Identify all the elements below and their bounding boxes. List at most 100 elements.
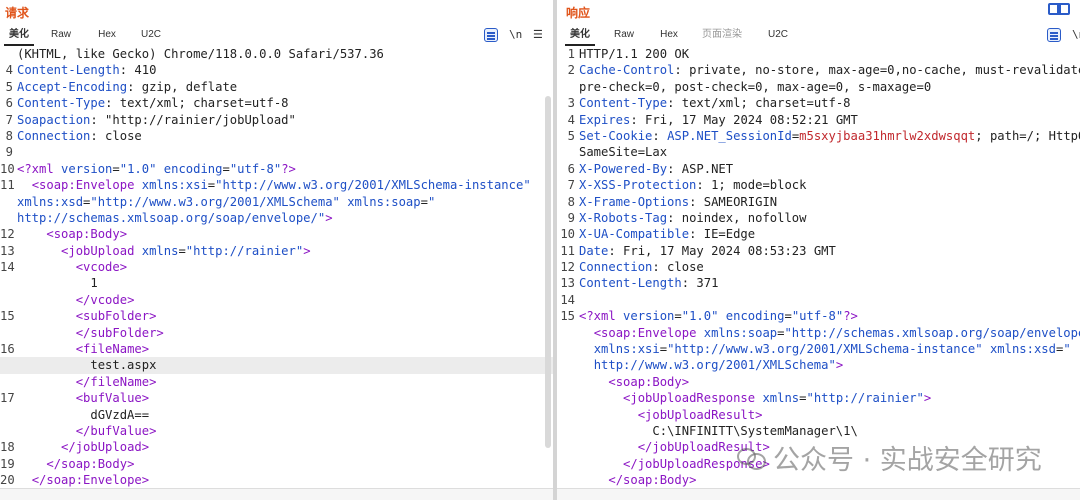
code-line: </subFolder> [0,325,553,341]
header-value: "http://rainier/jobUpload" [97,112,296,127]
code-line: 15 <?xml version="1.0" encoding="utf-8"?> [557,308,1080,324]
line-text: </soap:Envelope> [17,472,149,488]
header-value: 371 [689,276,719,291]
newline-toggle[interactable]: \n [509,28,522,42]
code-line: 19 </soap:Body> [0,456,553,472]
line-text: </bufValue> [17,423,157,439]
code-token: </soap:Body> [46,456,135,471]
header-value: private, no-store, max-age=0,no-cache, m… [681,63,1080,78]
layout-toggle-icon[interactable] [1048,3,1070,15]
response-editor[interactable]: 1 HTTP/1.1 200 OK 2 Cache-Control: private,… [557,46,1080,488]
menu-icon[interactable]: ☰ [533,28,543,42]
code-line: 7 Soapaction: "http://rainier/jobUpload" [0,112,553,128]
code-line: </bufValue> [0,423,553,439]
line-text: <soap:Envelope xmlns:xsi="http://www.w3.… [17,177,531,193]
request-tab-u2c[interactable]: U2C [136,26,166,46]
newline-toggle[interactable]: \n [1072,28,1080,42]
code-token: dGVzdA== [17,407,150,422]
request-tab-pretty[interactable]: 美化 [4,26,34,46]
request-editor[interactable]: (KHTML, like Gecko) Chrome/118.0.0.0 Saf… [0,46,553,488]
line-text: X-XSS-Protection: 1; mode=block [579,178,807,193]
line-text: <subFolder> [17,308,157,324]
request-scrollbar[interactable] [545,96,551,448]
code-line: 14 <vcode> [0,259,553,275]
line-text: http://schemas.xmlsoap.org/soap/envelope… [17,210,333,226]
code-token: = [222,161,230,176]
line-text: X-Frame-Options: SAMEORIGIN [579,194,778,209]
line-text: <vcode> [17,259,127,275]
request-tab-raw[interactable]: Raw [46,26,76,46]
code-token: = [674,309,682,324]
line-number: 7 [5,112,13,127]
line-text: Accept-Encoding: gzip, deflate [17,79,238,94]
code-line: 16 <fileName> [0,341,553,357]
request-tabs: 美化 Raw Hex U2C \n ☰ [0,26,553,46]
header-name: X-Robots-Tag [579,210,668,225]
response-tab-hex[interactable]: Hex [654,26,684,46]
code-line: 1 [0,275,553,291]
code-token: test.aspx [17,358,157,373]
line-number: 4 [5,63,13,78]
code-token: xmlns [762,391,800,406]
header-value: gzip, deflate [134,79,238,94]
line-number: 13 [0,243,15,258]
response-tab-pretty[interactable]: 美化 [565,26,595,46]
response-tab-raw[interactable]: Raw [609,26,639,46]
line-text: Content-Type: text/xml; charset=utf-8 [579,96,851,111]
code-token: http://www.w3.org/2001/XMLSchema" [593,358,836,373]
line-number: 1 [567,47,575,61]
wrap-lines-icon[interactable] [484,28,498,42]
line-number: 3 [567,96,575,111]
header-value: ASP.NET [674,161,734,176]
code-token: xmlns:xsi [141,178,208,193]
code-line: 10 <?xml version="1.0" encoding="utf-8"?> [0,161,553,177]
response-tab-render[interactable]: 页面渲染 [697,26,747,46]
response-tab-u2c[interactable]: U2C [763,26,793,46]
code-token: version [623,309,675,324]
code-token: > [923,391,932,406]
plain-text: (KHTML, like Gecko) Chrome/118.0.0.0 Saf… [17,47,384,61]
header-value: 410 [127,63,157,78]
code-token: = [659,342,668,357]
code-token: = [112,161,120,176]
code-line: 17 <bufValue> [0,390,553,406]
code-line: 4 Content-Length: 410 [0,62,553,78]
code-line: 5 Set-Cookie: ASP.NET_SessionId=m5sxyjbaa… [557,128,1080,144]
line-number: 12 [0,227,15,242]
code-line: 7 X-XSS-Protection: 1; mode=block [557,177,1080,193]
line-number: 11 [0,178,15,193]
line-text: <fileName> [17,341,149,357]
code-line: xmlns:xsd = "http://www.w3.org/2001/XMLSch… [0,194,553,210]
code-token: <jobUploadResult> [637,407,763,422]
line-text: X-Powered-By: ASP.NET [579,161,734,176]
request-tab-hex[interactable]: Hex [92,26,122,46]
code-line: 12 <soap:Body> [0,226,553,242]
header-value: close [659,260,704,275]
line-text: X-UA-Compatible: IE=Edge [579,227,756,242]
code-token: </fileName> [75,374,157,389]
code-line: 13 <jobUpload xmlns="http://rainier"> [0,243,553,259]
response-tabs: 美化 Raw Hex 页面渲染 U2C \n [557,26,1080,46]
line-number: 9 [567,210,575,225]
header-value: Fri, 17 May 2024 08:52:21 GMT [637,112,858,127]
code-token: xmlns:soap [347,194,421,209]
wrap-lines-icon[interactable] [1047,28,1061,42]
code-token: ?> [843,309,858,324]
code-token: pre-check=0, post-check=0, max-age=0, s-… [579,79,932,94]
code-token: xmlns:xsd [989,342,1056,357]
code-line: (KHTML, like Gecko) Chrome/118.0.0.0 Saf… [0,46,553,62]
code-token: " [427,194,436,209]
code-token: <soap:Body> [608,374,690,389]
code-token: <subFolder> [75,309,157,324]
code-token: http://schemas.xmlsoap.org/soap/envelope… [17,210,326,225]
